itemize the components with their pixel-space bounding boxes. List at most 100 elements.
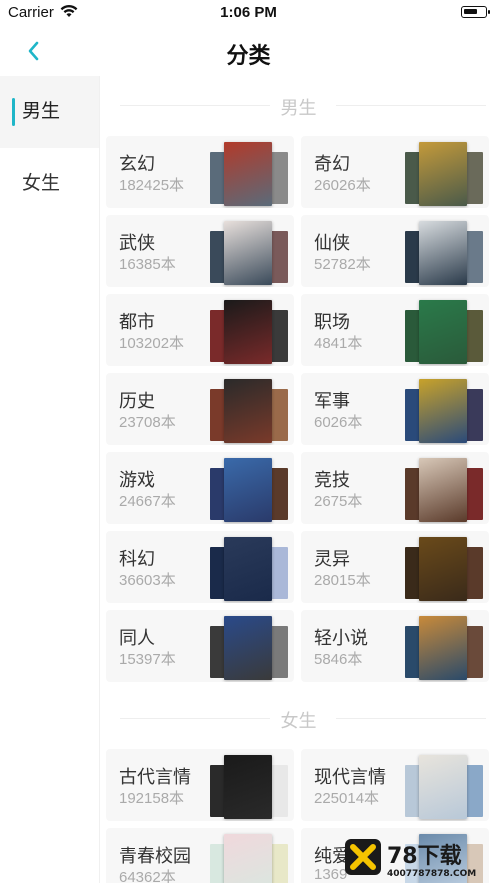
book-cover-image — [419, 300, 467, 364]
category-card[interactable]: 军事 6026本 — [301, 373, 489, 445]
category-name: 奇幻 — [314, 154, 350, 174]
category-card[interactable]: 轻小说 5846本 — [301, 610, 489, 682]
category-card[interactable]: 职场 4841本 — [301, 294, 489, 366]
watermark-brand: 78下载 — [387, 843, 462, 869]
category-name: 同人 — [119, 628, 155, 648]
category-count: 15397本 — [119, 651, 176, 668]
book-cover-image — [224, 379, 272, 443]
book-cover-image — [419, 537, 467, 601]
category-count: 36603本 — [119, 572, 176, 589]
book-cover-image — [224, 458, 272, 522]
category-count: 182425本 — [119, 177, 185, 194]
category-name: 军事 — [314, 391, 350, 411]
book-covers — [405, 142, 483, 206]
category-name: 灵异 — [314, 549, 350, 569]
category-grid: 玄幻 182425本 奇幻 26026本武侠 16385本 仙侠 52782本都市 10320… — [100, 136, 497, 689]
sidebar-item-female[interactable]: 女生 — [0, 148, 99, 220]
sidebar: 男生 女生 — [0, 76, 100, 883]
sidebar-item-label: 女生 — [22, 173, 61, 194]
category-name: 历史 — [119, 391, 155, 411]
book-cover-image — [419, 755, 467, 819]
category-name: 轻小说 — [314, 628, 368, 648]
category-count: 6026本 — [314, 414, 363, 431]
category-card[interactable]: 同人 15397本 — [106, 610, 294, 682]
category-card[interactable]: 现代言情 225014本 — [301, 749, 489, 821]
status-bar: Carrier 1:06 PM — [0, 0, 497, 26]
category-count: 64362本 — [119, 869, 176, 883]
section-header: 女生 — [100, 689, 497, 749]
category-count: 2675本 — [314, 493, 363, 510]
book-cover-image — [419, 616, 467, 680]
category-card[interactable]: 古代言情 192158本 — [106, 749, 294, 821]
category-card[interactable]: 都市 103202本 — [106, 294, 294, 366]
page-title: 分类 — [226, 43, 271, 68]
book-cover-image — [224, 537, 272, 601]
divider — [336, 718, 486, 719]
sidebar-item-label: 男生 — [22, 101, 61, 122]
category-count: 103202本 — [119, 335, 185, 352]
battery-icon — [461, 6, 490, 18]
category-card[interactable]: 竞技 2675本 — [301, 452, 489, 524]
book-cover-image — [419, 379, 467, 443]
category-card[interactable]: 青春校园 64362本 — [106, 828, 294, 883]
category-name: 科幻 — [119, 549, 155, 569]
book-cover-image — [224, 300, 272, 364]
category-name: 竞技 — [314, 470, 350, 490]
category-name: 游戏 — [119, 470, 155, 490]
category-name: 青春校园 — [119, 846, 191, 866]
category-card[interactable]: 奇幻 26026本 — [301, 136, 489, 208]
category-card[interactable]: 科幻 36603本 — [106, 531, 294, 603]
category-count: 225014本 — [314, 790, 380, 807]
category-name: 玄幻 — [119, 154, 155, 174]
active-indicator — [12, 98, 15, 126]
divider — [336, 105, 486, 106]
watermark-logo: 78下载 4007787878.COM — [345, 839, 476, 879]
category-card[interactable]: 游戏 24667本 — [106, 452, 294, 524]
category-name: 都市 — [119, 312, 155, 332]
section-title: 男生 — [280, 98, 317, 118]
nav-bar: 分类 — [0, 26, 497, 76]
category-count: 192158本 — [119, 790, 185, 807]
book-covers — [405, 221, 483, 285]
book-covers — [210, 221, 288, 285]
book-covers — [210, 142, 288, 206]
book-covers — [210, 834, 288, 883]
book-covers — [210, 755, 288, 819]
category-card[interactable]: 玄幻 182425本 — [106, 136, 294, 208]
book-covers — [210, 537, 288, 601]
category-count: 16385本 — [119, 256, 176, 273]
book-covers — [405, 616, 483, 680]
category-card[interactable]: 历史 23708本 — [106, 373, 294, 445]
section-title: 女生 — [280, 711, 317, 731]
category-name: 职场 — [314, 312, 350, 332]
book-covers — [405, 537, 483, 601]
clock: 1:06 PM — [220, 4, 277, 21]
book-cover-image — [224, 616, 272, 680]
sidebar-item-male[interactable]: 男生 — [0, 76, 99, 148]
category-name: 仙侠 — [314, 233, 350, 253]
book-cover-image — [224, 755, 272, 819]
book-cover-image — [419, 142, 467, 206]
book-covers — [210, 300, 288, 364]
category-count: 4841本 — [314, 335, 363, 352]
category-count: 24667本 — [119, 493, 176, 510]
category-card[interactable]: 灵异 28015本 — [301, 531, 489, 603]
category-name: 古代言情 — [119, 767, 191, 787]
book-cover-image — [224, 142, 272, 206]
category-count: 1369 — [314, 866, 348, 883]
category-count: 28015本 — [314, 572, 371, 589]
book-covers — [405, 379, 483, 443]
book-covers — [405, 755, 483, 819]
category-content: 男生玄幻 182425本 奇幻 26026本武侠 16385本 仙侠 52782本都市 103… — [100, 76, 497, 883]
book-covers — [405, 458, 483, 522]
book-covers — [210, 458, 288, 522]
watermark-url: 4007787878.COM — [387, 869, 476, 879]
category-count: 26026本 — [314, 177, 371, 194]
book-covers — [210, 379, 288, 443]
book-covers — [210, 616, 288, 680]
category-card[interactable]: 仙侠 52782本 — [301, 215, 489, 287]
book-covers — [405, 300, 483, 364]
section-header: 男生 — [100, 76, 497, 136]
category-count: 52782本 — [314, 256, 371, 273]
category-card[interactable]: 武侠 16385本 — [106, 215, 294, 287]
